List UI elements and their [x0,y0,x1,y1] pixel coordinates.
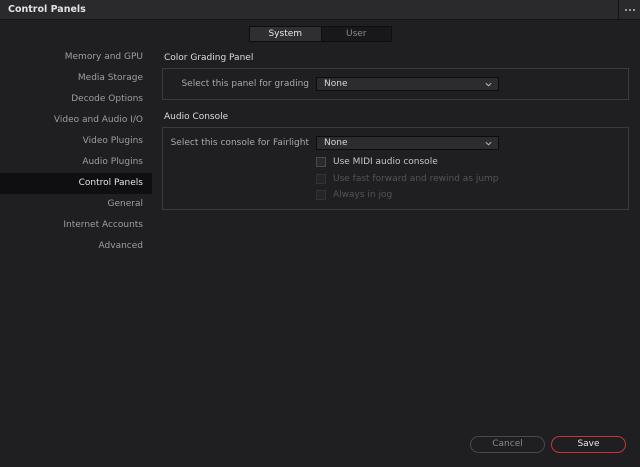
sidebar-item-advanced[interactable]: Advanced [0,236,152,257]
more-options-button[interactable] [618,0,640,20]
fairlight-console-value: None [324,138,348,148]
sidebar-item-video-plugins[interactable]: Video Plugins [0,131,152,152]
always-in-jog-option: Always in jog [316,189,392,201]
cancel-button[interactable]: Cancel [470,436,545,453]
sidebar-item-media-storage[interactable]: Media Storage [0,68,152,89]
fairlight-console-dropdown[interactable]: None [316,136,499,150]
audio-console-section-title: Audio Console [164,112,229,122]
sidebar-item-internet-accounts[interactable]: Internet Accounts [0,215,152,236]
fairlight-console-label: Select this console for Fairlight [170,138,309,148]
grading-panel-value: None [324,79,348,89]
sidebar-item-memory-and-gpu[interactable]: Memory and GPU [0,47,152,68]
midi-console-checkbox[interactable] [316,157,326,167]
chevron-down-icon [485,82,492,87]
save-button[interactable]: Save [551,436,626,453]
sidebar-item-audio-plugins[interactable]: Audio Plugins [0,152,152,173]
midi-console-option: Use MIDI audio console [316,156,438,168]
title-bar: Control Panels [0,0,640,20]
window-title: Control Panels [8,4,86,15]
sidebar-item-video-and-audio-io[interactable]: Video and Audio I/O [0,110,152,131]
fast-forward-jump-option: Use fast forward and rewind as jump [316,173,499,185]
settings-scope-tabs: System User [249,26,392,42]
fast-forward-jump-checkbox [316,174,326,184]
fast-forward-jump-label: Use fast forward and rewind as jump [333,174,499,184]
sidebar-item-general[interactable]: General [0,194,152,215]
tab-system[interactable]: System [250,27,321,41]
tab-user[interactable]: User [320,27,392,41]
midi-console-label: Use MIDI audio console [333,157,438,167]
always-in-jog-label: Always in jog [333,190,393,200]
more-dots-icon [624,9,635,11]
chevron-down-icon [485,141,492,146]
grading-panel-label: Select this panel for grading [181,79,309,89]
grading-panel-dropdown[interactable]: None [316,77,499,91]
sidebar-item-decode-options[interactable]: Decode Options [0,89,152,110]
always-in-jog-checkbox [316,190,326,200]
color-grading-section-title: Color Grading Panel [164,53,254,63]
settings-sidebar: Memory and GPU Media Storage Decode Opti… [0,47,152,257]
sidebar-item-control-panels[interactable]: Control Panels [0,173,152,194]
